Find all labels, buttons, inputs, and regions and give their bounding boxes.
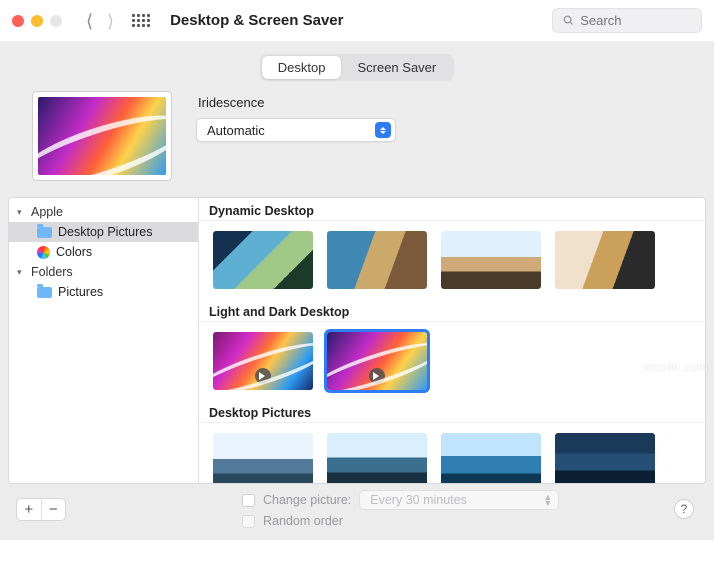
wallpaper-thumb[interactable] bbox=[441, 231, 541, 289]
search-input[interactable] bbox=[580, 13, 691, 28]
change-picture-label: Change picture: bbox=[263, 493, 351, 507]
folder-icon bbox=[37, 227, 52, 238]
remove-source-button[interactable]: − bbox=[41, 499, 66, 520]
disclosure-icon: ▾ bbox=[17, 267, 27, 278]
current-wallpaper-preview bbox=[32, 91, 172, 181]
show-all-prefs-button[interactable] bbox=[132, 14, 150, 27]
wallpaper-thumb[interactable] bbox=[555, 231, 655, 289]
wallpaper-thumb[interactable] bbox=[555, 433, 655, 483]
current-wallpaper-name: Iridescence bbox=[198, 95, 686, 110]
minimize-window-button[interactable] bbox=[31, 15, 43, 27]
updown-icon: ▲▼ bbox=[543, 494, 552, 506]
dynamic-badge-icon bbox=[255, 368, 271, 384]
sidebar-group-folders[interactable]: ▾ Folders bbox=[9, 262, 198, 282]
tab-desktop[interactable]: Desktop bbox=[262, 56, 342, 79]
section-light-dark: Light and Dark Desktop bbox=[199, 299, 705, 322]
zoom-window-button bbox=[50, 15, 62, 27]
dynamic-badge-icon bbox=[369, 368, 385, 384]
forward-button: ⟩ bbox=[107, 12, 114, 30]
sidebar-item-colors[interactable]: Colors bbox=[9, 242, 198, 262]
watermark: wsxdn.com bbox=[643, 360, 708, 374]
wallpaper-browser[interactable]: Dynamic Desktop Light and Dark Desktop D… bbox=[199, 198, 705, 483]
titlebar: ⟨ ⟩ Desktop & Screen Saver bbox=[0, 0, 714, 42]
tab-screensaver[interactable]: Screen Saver bbox=[341, 56, 452, 79]
wallpaper-thumb[interactable] bbox=[213, 332, 313, 390]
add-remove-source: + − bbox=[16, 498, 66, 521]
wallpaper-thumb[interactable] bbox=[213, 231, 313, 289]
updown-icon bbox=[375, 122, 391, 138]
wallpaper-thumb[interactable] bbox=[327, 231, 427, 289]
window-title: Desktop & Screen Saver bbox=[170, 12, 343, 29]
add-source-button[interactable]: + bbox=[17, 499, 41, 520]
close-window-button[interactable] bbox=[12, 15, 24, 27]
sidebar-group-apple[interactable]: ▾ Apple bbox=[9, 202, 198, 222]
folder-icon bbox=[37, 287, 52, 298]
disclosure-icon: ▾ bbox=[17, 207, 27, 218]
appearance-mode-popup[interactable]: Automatic bbox=[196, 118, 396, 142]
section-dynamic-desktop: Dynamic Desktop bbox=[199, 198, 705, 221]
sidebar-item-pictures[interactable]: Pictures bbox=[9, 282, 198, 302]
tab-segment: Desktop Screen Saver bbox=[260, 54, 454, 81]
back-button[interactable]: ⟨ bbox=[86, 12, 93, 30]
source-sidebar: ▾ Apple Desktop Pictures Colors ▾ Folder… bbox=[9, 198, 199, 483]
random-order-checkbox bbox=[242, 515, 255, 528]
change-picture-checkbox[interactable] bbox=[242, 494, 255, 507]
search-icon bbox=[563, 14, 574, 27]
wallpaper-thumb[interactable] bbox=[327, 433, 427, 483]
color-wheel-icon bbox=[37, 246, 50, 259]
search-field[interactable] bbox=[552, 8, 702, 33]
change-interval-popup: Every 30 minutes ▲▼ bbox=[359, 490, 559, 510]
wallpaper-thumb[interactable] bbox=[441, 433, 541, 483]
wallpaper-thumb[interactable] bbox=[213, 433, 313, 483]
tabs-row: Desktop Screen Saver bbox=[8, 42, 706, 91]
window-controls bbox=[12, 15, 62, 27]
nav-buttons: ⟨ ⟩ bbox=[86, 12, 114, 30]
random-order-label: Random order bbox=[263, 514, 343, 528]
wallpaper-thumb-selected[interactable] bbox=[327, 332, 427, 390]
sidebar-item-desktop-pictures[interactable]: Desktop Pictures bbox=[9, 222, 198, 242]
section-desktop-pictures: Desktop Pictures bbox=[199, 400, 705, 423]
appearance-mode-value: Automatic bbox=[207, 123, 265, 138]
help-button[interactable]: ? bbox=[674, 499, 694, 519]
